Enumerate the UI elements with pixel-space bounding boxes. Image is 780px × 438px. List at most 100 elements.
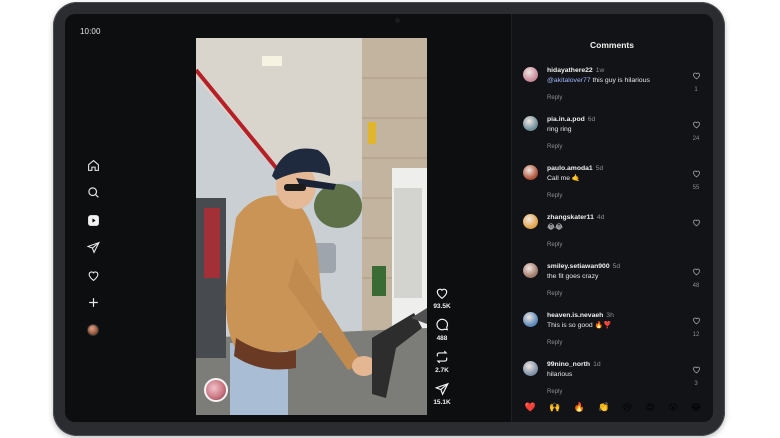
music-disc[interactable] bbox=[204, 378, 228, 402]
plus-icon bbox=[88, 298, 98, 307]
comment-username[interactable]: heaven.is.nevaeh bbox=[547, 312, 603, 319]
comment-username[interactable]: smiley.setiawan900 bbox=[547, 263, 610, 270]
comment-like-button[interactable]: 55 bbox=[690, 165, 702, 191]
nav-search[interactable] bbox=[85, 185, 101, 201]
comment-message: Call me 🤙 bbox=[547, 175, 581, 182]
comment-message: This is so good 🔥❣️ bbox=[547, 322, 612, 329]
send-icon bbox=[434, 382, 449, 396]
comment-like-button[interactable]: 3 bbox=[690, 361, 702, 387]
reply-button[interactable]: Reply bbox=[547, 242, 562, 248]
comment-item: smiley.setiawan900 5d the fit goes crazy Re… bbox=[523, 262, 706, 306]
comment-header: heaven.is.nevaeh 3h bbox=[547, 311, 677, 320]
comment-item: 99nino_north 1d hilarious Reply 3 bbox=[523, 360, 706, 404]
reply-button[interactable]: Reply bbox=[547, 340, 562, 346]
comment-body: hidayathere22 1w @akitalover77 this guy is… bbox=[547, 66, 677, 104]
comment-like-button[interactable]: 12 bbox=[690, 312, 702, 338]
reply-button[interactable]: Reply bbox=[547, 144, 562, 150]
comment-username[interactable]: zhangskater11 bbox=[547, 214, 594, 221]
heart-icon bbox=[692, 366, 700, 374]
nav-profile[interactable] bbox=[85, 322, 101, 338]
comment-like-button[interactable]: 1 bbox=[690, 67, 702, 93]
emoji-reaction-button[interactable]: 🔥 bbox=[574, 403, 585, 413]
tablet-frame: 10:00 93.5K 488 2.7K 15.1K Comments hida… bbox=[53, 2, 725, 436]
comment-header: hidayathere22 1w bbox=[547, 66, 677, 75]
comment-body: paulo.amoda1 5d Call me 🤙 Reply bbox=[547, 164, 677, 202]
reply-button[interactable]: Reply bbox=[547, 193, 562, 199]
comment-header: zhangskater11 4d bbox=[547, 213, 677, 222]
comment-item: hidayathere22 1w @akitalover77 this guy is… bbox=[523, 66, 706, 110]
heart-icon bbox=[692, 170, 700, 178]
comment-avatar[interactable] bbox=[523, 165, 538, 180]
comment-like-button[interactable]: 24 bbox=[690, 116, 702, 142]
home-icon bbox=[87, 159, 99, 171]
comment-avatar[interactable] bbox=[523, 263, 538, 278]
comment-header: 99nino_north 1d bbox=[547, 360, 677, 369]
comment-like-button[interactable] bbox=[690, 214, 702, 234]
nav-activity[interactable] bbox=[85, 267, 101, 283]
share-count: 15.1K bbox=[433, 399, 451, 406]
comment-time: 1d bbox=[593, 361, 601, 368]
comment-like-count: 1 bbox=[694, 87, 698, 93]
emoji-reaction-button[interactable]: ❤️ bbox=[525, 403, 536, 413]
video-actions: 93.5K 488 2.7K 15.1K bbox=[431, 286, 453, 414]
heart-icon bbox=[692, 317, 700, 325]
comment-count: 488 bbox=[436, 335, 448, 342]
emoji-reaction-button[interactable]: 🙌 bbox=[549, 403, 560, 413]
comment-avatar[interactable] bbox=[523, 361, 538, 376]
comment-avatar[interactable] bbox=[523, 312, 538, 327]
emoji-reaction-button[interactable]: 👏 bbox=[598, 403, 609, 413]
comment-body: zhangskater11 4d 😂😂 Reply bbox=[547, 213, 677, 251]
comment-text: This is so good 🔥❣️ bbox=[547, 320, 677, 331]
comment-item: heaven.is.nevaeh 3h This is so good 🔥❣️ Rep… bbox=[523, 311, 706, 355]
comment-item: zhangskater11 4d 😂😂 Reply bbox=[523, 213, 706, 257]
heart-icon bbox=[692, 72, 700, 80]
repost-button[interactable]: 2.7K bbox=[435, 350, 449, 374]
comment-header: smiley.setiawan900 5d bbox=[547, 262, 677, 271]
emoji-reaction-button[interactable]: 😍 bbox=[645, 403, 654, 413]
comment-avatar[interactable] bbox=[523, 214, 538, 229]
reels-icon bbox=[87, 214, 99, 226]
comment-body: 99nino_north 1d hilarious Reply bbox=[547, 360, 677, 398]
comment-item: pia.in.a.pod 6d ring ring Reply 24 bbox=[523, 115, 706, 159]
emoji-reaction-button[interactable]: 😂 bbox=[691, 403, 702, 413]
emoji-quick-reactions: ❤️ 🙌 🔥 👏 😢 😍 😮 😂 bbox=[512, 400, 713, 416]
comment-message: 😂😂 bbox=[547, 224, 563, 231]
repost-icon bbox=[436, 350, 448, 364]
nav-reels[interactable] bbox=[85, 212, 101, 228]
side-navigation bbox=[85, 157, 101, 350]
comment-username[interactable]: paulo.amoda1 bbox=[547, 165, 593, 172]
comment-text: Call me 🤙 bbox=[547, 173, 677, 184]
reply-button[interactable]: Reply bbox=[547, 389, 562, 395]
heart-icon bbox=[692, 268, 700, 276]
comment-time: 4d bbox=[596, 214, 605, 221]
comment-text: @akitalover77 this guy is hilarious bbox=[547, 75, 677, 86]
comment-button[interactable]: 488 bbox=[435, 318, 449, 342]
heart-icon bbox=[88, 270, 98, 281]
reply-button[interactable]: Reply bbox=[547, 291, 562, 297]
comment-message: the fit goes crazy bbox=[547, 273, 599, 280]
comment-username[interactable]: 99nino_north bbox=[547, 361, 590, 368]
comments-panel: Comments hidayathere22 1w @akitalover77 th… bbox=[511, 14, 713, 422]
share-button[interactable]: 15.1K bbox=[433, 382, 451, 406]
reel-video[interactable] bbox=[196, 38, 427, 415]
comment-username[interactable]: pia.in.a.pod bbox=[547, 116, 585, 123]
emoji-reaction-button[interactable]: 😮 bbox=[668, 403, 677, 413]
heart-icon bbox=[692, 121, 700, 129]
comment-mention[interactable]: @akitalover77 bbox=[547, 77, 591, 84]
repost-count: 2.7K bbox=[435, 367, 449, 374]
comments-title: Comments bbox=[590, 40, 634, 50]
comment-body: smiley.setiawan900 5d the fit goes crazy Re… bbox=[547, 262, 677, 300]
emoji-reaction-button[interactable]: 😢 bbox=[623, 403, 632, 413]
comment-time: 6d bbox=[587, 116, 596, 123]
comment-username[interactable]: hidayathere22 bbox=[547, 67, 593, 74]
comment-avatar[interactable] bbox=[523, 67, 538, 82]
heart-icon bbox=[436, 288, 448, 299]
nav-direct[interactable] bbox=[85, 240, 101, 256]
comment-like-button[interactable]: 48 bbox=[690, 263, 702, 289]
comment-text: hilarious bbox=[547, 369, 677, 380]
comment-avatar[interactable] bbox=[523, 116, 538, 131]
reply-button[interactable]: Reply bbox=[547, 95, 562, 101]
nav-create[interactable] bbox=[85, 295, 101, 311]
like-button[interactable]: 93.5K bbox=[433, 286, 451, 310]
nav-home[interactable] bbox=[85, 157, 101, 173]
